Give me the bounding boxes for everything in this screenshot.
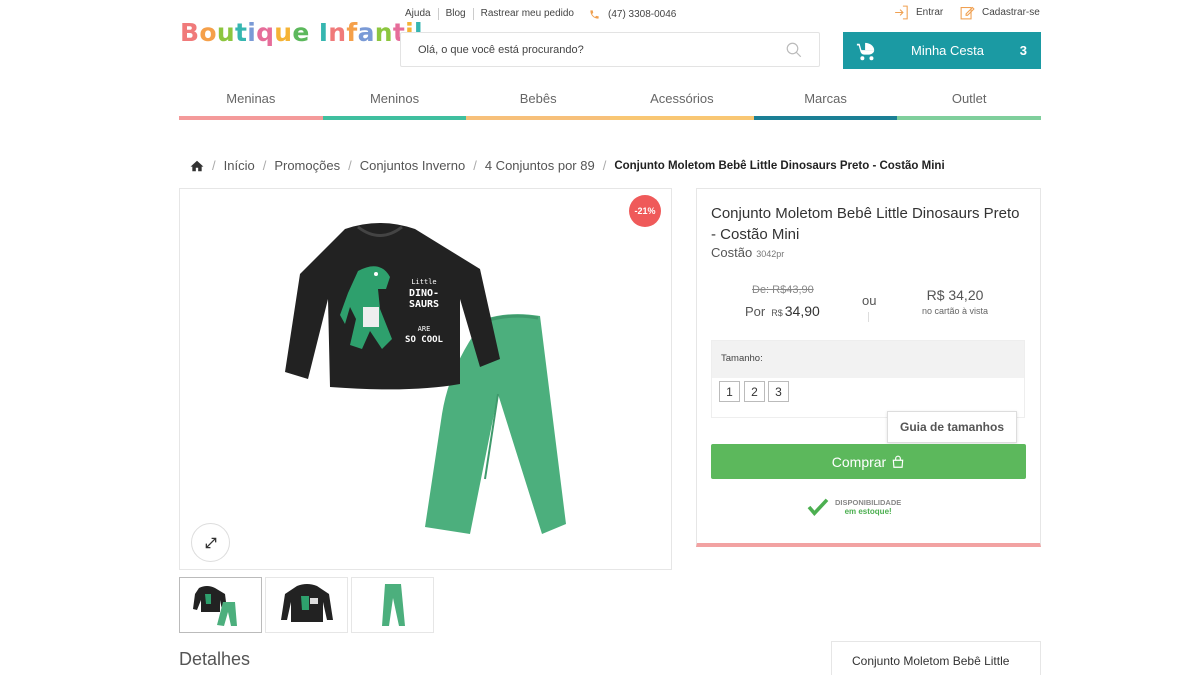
category-bebes[interactable]: Bebês	[466, 88, 611, 120]
brand-name[interactable]: Costão	[711, 245, 752, 260]
category-outlet[interactable]: Outlet	[897, 88, 1042, 120]
shirt-print-line: DINO-	[408, 288, 440, 299]
logo-letter	[310, 18, 319, 47]
cart-button[interactable]: Minha Cesta 3	[843, 32, 1041, 69]
shirt-print-line: SO COOL	[405, 335, 443, 345]
product-brand: Costão 3042pr	[711, 245, 784, 260]
search-input[interactable]	[401, 33, 771, 66]
size-option-1[interactable]: 1	[719, 381, 740, 402]
shirt-print-line: Little	[411, 278, 437, 286]
shirt-print: Little DINO- SAURS ARE SO COOL	[394, 277, 454, 346]
breadcrumb-4-conjuntos[interactable]: 4 Conjuntos por 89	[485, 158, 595, 173]
size-option-2[interactable]: 2	[744, 381, 765, 402]
logo-letter: u	[216, 18, 235, 47]
category-meninas[interactable]: Meninas	[179, 88, 323, 120]
thumbnail-image	[381, 584, 405, 626]
logo-letter: n	[328, 18, 347, 47]
price-value: 34,90	[784, 303, 820, 319]
product-title: Conjunto Moletom Bebê Little Dinosaurs P…	[711, 205, 1020, 243]
breadcrumb-current: Conjunto Moletom Bebê Little Dinosaurs P…	[614, 159, 945, 172]
login-link[interactable]: Entrar	[893, 4, 943, 21]
phone: (47) 3308-0046	[581, 9, 676, 20]
check-icon	[807, 498, 829, 516]
product-image-panel[interactable]: Little DINO- SAURS ARE SO COOL	[179, 188, 672, 570]
login-icon	[895, 5, 908, 20]
discount-badge: -21%	[629, 195, 661, 227]
thumbnail-1[interactable]	[179, 577, 262, 633]
availability-value: em estoque!	[844, 507, 892, 516]
register-label: Cadastrar-se	[982, 7, 1040, 18]
register-icon	[960, 6, 975, 20]
stroller-icon	[856, 42, 875, 60]
breadcrumb-conjuntos-inverno[interactable]: Conjuntos Inverno	[360, 158, 466, 173]
search-bar	[400, 32, 820, 67]
currency: R$	[771, 308, 783, 318]
cart-label: Minha Cesta	[911, 43, 984, 58]
shirt-print-line: ARE	[417, 325, 431, 333]
logo-letter: e	[292, 18, 310, 47]
thumbnail-image	[280, 584, 333, 622]
buy-button[interactable]: Comprar	[711, 444, 1026, 479]
breadcrumb: / Início / Promoções / Conjuntos Inverno…	[190, 158, 945, 173]
phone-icon	[590, 9, 599, 19]
breadcrumb-promocoes[interactable]: Promoções	[274, 158, 340, 173]
thumbnail-3[interactable]	[351, 577, 434, 633]
logo-letter: t	[234, 18, 248, 47]
logo-letter: a	[357, 18, 375, 47]
size-guide-button[interactable]: Guia de tamanhos	[887, 411, 1017, 443]
blog-link[interactable]: Blog	[439, 8, 474, 20]
help-link[interactable]: Ajuda	[405, 8, 439, 20]
product-image	[285, 223, 566, 534]
size-label: Tamanho:	[712, 341, 1024, 378]
home-icon[interactable]	[190, 160, 204, 172]
category-nav: Meninas Meninos Bebês Acessórios Marcas …	[179, 88, 1042, 120]
phone-number[interactable]: (47) 3308-0046	[608, 9, 676, 20]
expand-icon	[205, 537, 216, 548]
search-icon[interactable]	[785, 41, 803, 59]
logo-letter: I	[318, 18, 329, 47]
current-price: Por R$ 34,90	[745, 303, 820, 319]
thumbnail-image	[192, 586, 237, 626]
por-label: Por	[745, 304, 766, 319]
buy-label: Comprar	[831, 453, 887, 470]
track-order-link[interactable]: Rastrear meu pedido	[474, 8, 581, 20]
zoom-button[interactable]	[191, 523, 230, 562]
breadcrumb-inicio[interactable]: Início	[224, 158, 255, 173]
logo[interactable]: Boutique Infantil	[180, 18, 423, 47]
details-heading: Detalhes	[179, 649, 251, 669]
logo-letter: i	[247, 18, 257, 47]
logo-letter: f	[346, 18, 358, 47]
availability-label: DISPONIBILIDADE	[835, 498, 902, 507]
top-nav: Ajuda Blog Rastrear meu pedido (47) 3308…	[405, 8, 676, 20]
logo-letter: u	[274, 18, 293, 47]
cash-note: no cartão à vista	[921, 306, 989, 316]
size-option-3[interactable]: 3	[768, 381, 789, 402]
logo-letter: q	[256, 18, 275, 47]
logo-letter: o	[199, 18, 217, 47]
bag-icon	[892, 455, 904, 468]
product-sku: 3042pr	[756, 249, 785, 259]
shirt-print-line: SAURS	[408, 299, 440, 310]
or-label: ou	[862, 293, 877, 308]
cash-price: R$ 34,20	[926, 287, 984, 303]
cart-count: 3	[1019, 43, 1027, 58]
divider	[868, 312, 869, 322]
old-price: De: R$43,90	[752, 284, 814, 296]
logo-letter: n	[374, 18, 393, 47]
register-link[interactable]: Cadastrar-se	[959, 4, 1040, 21]
login-label: Entrar	[916, 7, 944, 18]
category-acessorios[interactable]: Acessórios	[610, 88, 754, 120]
availability: DISPONIBILIDADE em estoque!	[807, 498, 901, 516]
category-meninos[interactable]: Meninos	[322, 88, 467, 120]
thumbnail-2[interactable]	[265, 577, 348, 633]
logo-letter: B	[180, 18, 200, 47]
side-product-card[interactable]: Conjunto Moletom Bebê Little	[831, 641, 1041, 675]
category-marcas[interactable]: Marcas	[753, 88, 898, 120]
